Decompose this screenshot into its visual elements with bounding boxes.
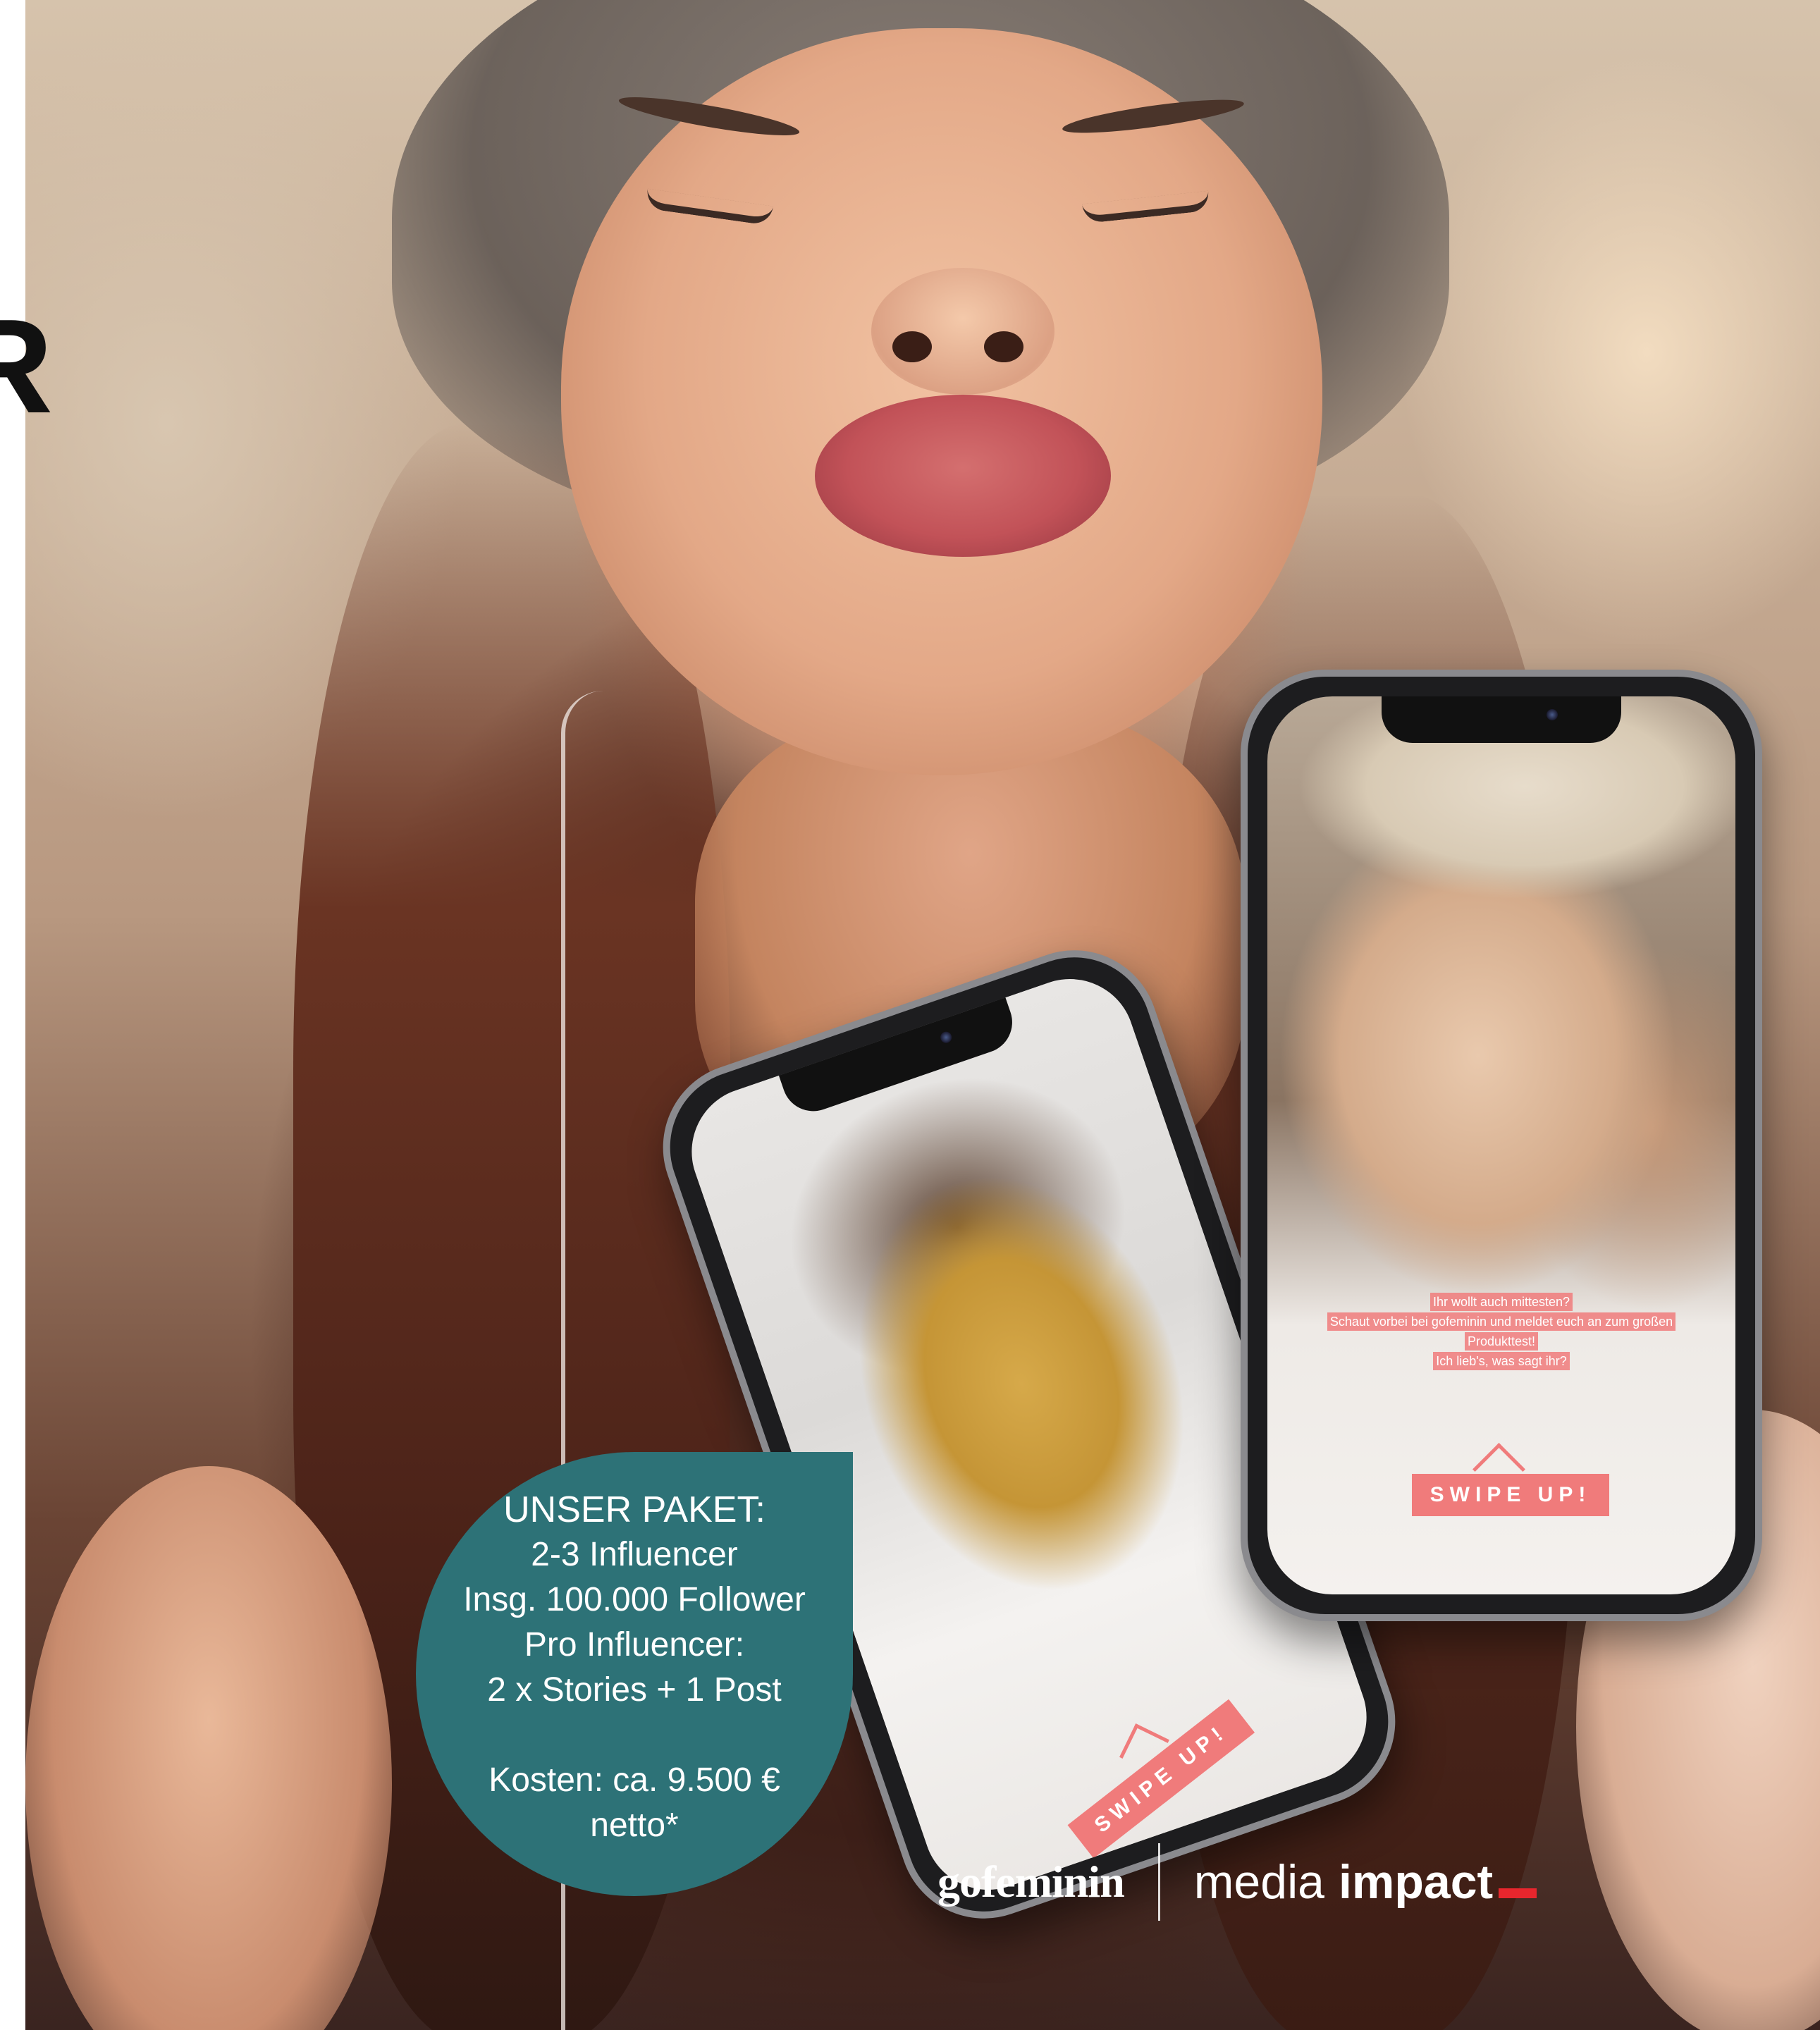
package-line: 2 x Stories + 1 Post [487,1671,782,1709]
underscore-mark [1499,1888,1537,1898]
package-line: 2-3 Influencer [531,1536,738,1573]
brand-logos: gofeminin media impact [937,1840,1607,1924]
caption-line: Produkttest! [1464,1332,1539,1351]
phone-right-screen: Ihr wollt auch mittesten? Schaut vorbei … [1267,696,1735,1594]
package-cost: Kosten: ca. 9.500 € [488,1761,780,1799]
story-caption: Ihr wollt auch mittesten? Schaut vorbei … [1289,1292,1714,1371]
logo-divider [1157,1843,1160,1921]
media-impact-logo-media: media [1193,1855,1324,1909]
swipe-up-button-right[interactable]: SWIPE UP! [1412,1474,1609,1516]
cropped-heading-letter: R [0,292,54,441]
phone-right-notch [1382,696,1621,743]
gofeminin-logo: gofeminin [937,1857,1125,1907]
nose [871,268,1055,395]
caption-line: Ich lieb's, was sagt ihr? [1433,1352,1570,1370]
caption-line: Schaut vorbei bei gofeminin und meldet e… [1327,1312,1676,1331]
camera-icon [939,1030,954,1045]
package-title: UNSER PAKET: [503,1489,765,1530]
package-line: Insg. 100.000 Follower [463,1581,806,1618]
caption-line: Ihr wollt auch mittesten? [1429,1293,1573,1311]
media-impact-logo-impact: impact [1339,1855,1494,1909]
swipe-up-button-left[interactable]: SWIPE UP! [1067,1699,1255,1859]
package-cost-suffix: netto* [590,1807,679,1844]
camera-icon [1547,709,1558,720]
phone-mockup-right: Ihr wollt auch mittesten? Schaut vorbei … [1241,670,1762,1621]
media-impact-logo: media impact [1194,1854,1537,1909]
package-line: Pro Influencer: [524,1626,745,1663]
nostril-right [984,331,1023,362]
lips [815,395,1111,557]
package-details: UNSER PAKET: 2-3 Influencer Insg. 100.00… [430,1487,839,1848]
nostril-left [892,331,932,362]
